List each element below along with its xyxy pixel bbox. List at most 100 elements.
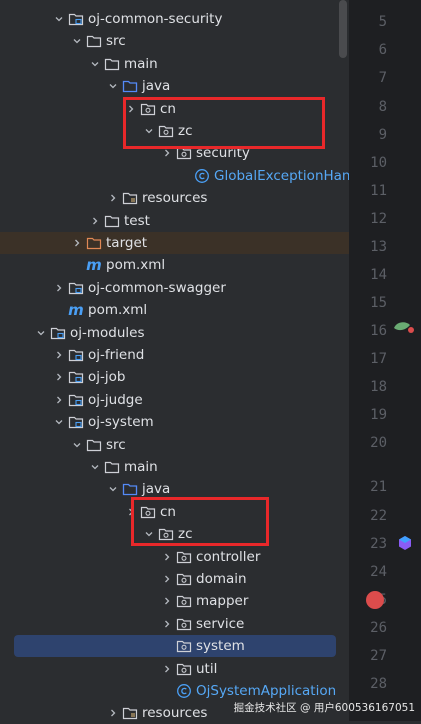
excluded-folder-icon [86,235,102,251]
tree-item-label: oj-system [88,414,154,431]
tree-item-label: test [124,212,150,229]
tree-item-label: oj-common-swagger [88,279,226,296]
chevron-right-icon[interactable] [108,193,118,203]
tree-item-controller[interactable]: controller [0,546,349,568]
tree-item-label: java [142,78,171,95]
tree-item-mapper[interactable]: mapper [0,590,349,612]
maven-icon: m [68,301,84,320]
editor-gutter: 5678910111213141516171819202122232425262… [349,0,421,721]
tree-item-test[interactable]: test [0,210,349,232]
ide-window: oj-common-security src main java cn zc securit… [0,0,421,721]
tree-item-oj-system[interactable]: oj-system [0,411,349,433]
tree-item-label: pom.xml [88,302,148,319]
line-number: 17 [370,351,387,367]
tree-item-oj-modules[interactable]: oj-modules [0,322,349,344]
chevron-right-icon[interactable] [162,148,172,158]
folder-icon [86,437,102,453]
chevron-down-icon[interactable] [108,484,118,494]
chevron-down-icon[interactable] [54,14,64,24]
chevron-right-icon[interactable] [90,216,100,226]
package-icon [176,638,192,654]
line-number: 16 [370,323,387,339]
chevron-right-icon[interactable] [162,664,172,674]
tree-item-oj-common-swagger[interactable]: oj-common-swagger [0,277,349,299]
chevron-right-icon[interactable] [162,574,172,584]
breakpoint-icon[interactable] [366,591,384,609]
chevron-right-icon[interactable] [54,372,64,382]
tree-item-src[interactable]: src [0,434,349,456]
line-number: 6 [378,42,387,58]
package-icon [176,593,192,609]
chevron-right-icon[interactable] [72,238,82,248]
tree-item-label: system [196,638,245,655]
tree-item-system[interactable]: system [14,635,336,658]
maven-icon: m [86,256,102,275]
chevron-down-icon[interactable] [54,417,64,427]
line-number: 14 [370,267,387,283]
line-number: 21 [370,479,387,495]
tree-item-java[interactable]: java [0,75,349,97]
chevron-down-icon[interactable] [90,59,100,69]
package-icon [176,661,192,677]
line-number: 9 [378,127,387,143]
tree-item-globalexceptionhan[interactable]: GlobalExceptionHan [0,165,351,187]
resources-folder-icon [122,190,138,206]
folder-icon [104,56,120,72]
source-folder-icon [122,481,138,497]
tree-scrollbar[interactable] [339,0,347,58]
tree-item-target[interactable]: target [0,232,349,254]
tree-item-oj-job[interactable]: oj-job [0,366,349,388]
chevron-down-icon[interactable] [108,81,118,91]
chevron-right-icon[interactable] [162,552,172,562]
tree-item-label: controller [196,548,261,565]
chevron-right-icon[interactable] [54,283,64,293]
line-number: 19 [370,407,387,423]
tree-item-label: resources [142,190,208,207]
chevron-right-icon[interactable] [54,395,64,405]
line-number: 12 [370,211,387,227]
tree-item-service[interactable]: service [0,613,349,635]
package-icon [176,571,192,587]
folder-icon [86,33,102,49]
tree-item-label: service [196,615,245,632]
tree-item-label: main [124,55,158,72]
module-folder-icon [50,325,66,341]
tree-item-label: src [106,436,126,453]
module-folder-icon [68,414,84,430]
tree-item-ojsystemapplication[interactable]: OjSystemApplication [0,680,349,702]
chevron-down-icon[interactable] [90,462,100,472]
chevron-right-icon[interactable] [162,619,172,629]
spring-bean-icon[interactable] [392,318,414,336]
tree-item-util[interactable]: util [0,658,349,680]
chevron-down-icon[interactable] [72,440,82,450]
package-icon [176,549,192,565]
tree-item-label: mapper [196,593,249,610]
tree-item-label: pom.xml [106,257,166,274]
run-gutter-icon[interactable] [397,535,413,551]
chevron-right-icon[interactable] [162,596,172,606]
chevron-right-icon[interactable] [54,350,64,360]
module-folder-icon [68,347,84,363]
tree-item-label: GlobalExceptionHan [214,167,351,184]
tree-item-src[interactable]: src [0,30,349,52]
tree-item-pom-xml[interactable]: m pom.xml [0,254,349,276]
tree-item-oj-judge[interactable]: oj-judge [0,389,349,411]
tree-item-label: oj-friend [88,347,145,363]
tree-item-label: main [124,459,158,475]
tree-item-oj-common-security[interactable]: oj-common-security [0,8,349,30]
tree-item-main[interactable]: main [0,53,349,75]
source-folder-icon [122,78,138,94]
tree-item-oj-friend[interactable]: oj-friend [0,344,349,366]
line-number: 11 [370,183,387,199]
chevron-down-icon[interactable] [36,328,46,338]
tree-item-pom-xml[interactable]: m pom.xml [0,299,349,321]
tree-item-resources[interactable]: resources [0,187,349,209]
tree-item-main[interactable]: main [0,456,349,478]
tree-item-label: domain [196,571,247,587]
chevron-down-icon[interactable] [72,36,82,46]
module-folder-icon [68,280,84,296]
chevron-right-icon[interactable] [108,708,118,718]
tree-item-domain[interactable]: domain [0,568,349,590]
tree-item-label: oj-modules [70,324,145,341]
folder-icon [104,213,120,229]
